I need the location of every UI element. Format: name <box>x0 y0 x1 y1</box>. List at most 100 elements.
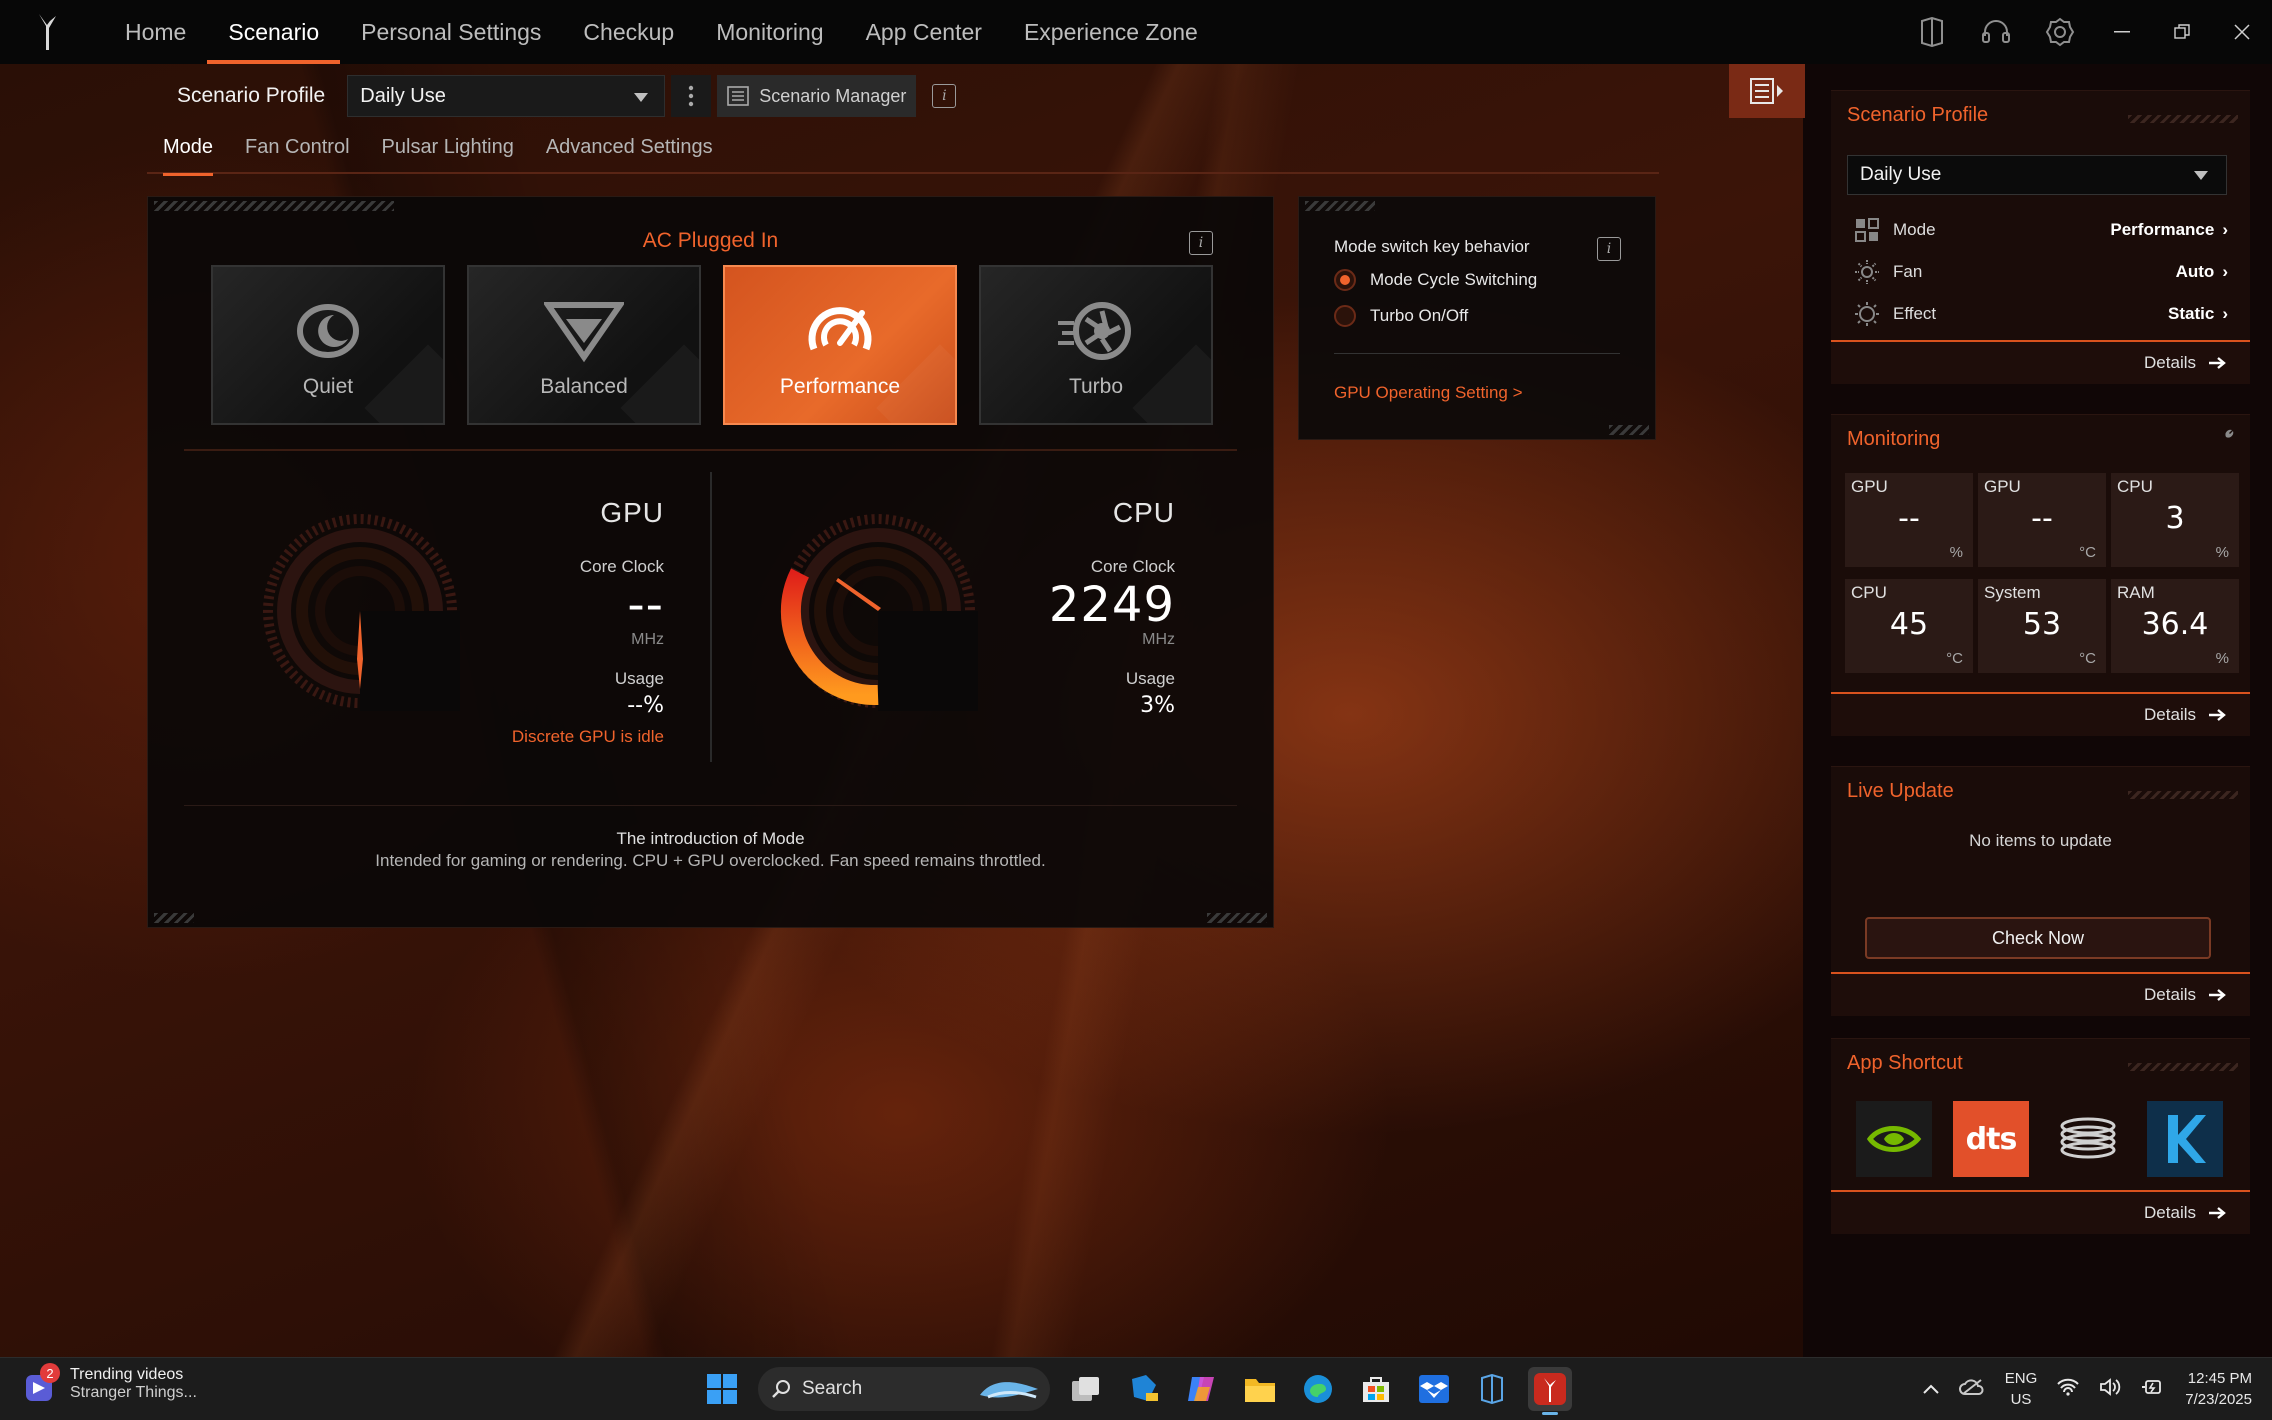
nav-home[interactable]: Home <box>104 0 207 64</box>
divider <box>184 805 1237 806</box>
tab-fan-control[interactable]: Fan Control <box>229 136 366 174</box>
more-options-button[interactable] <box>671 75 712 117</box>
info-icon[interactable]: i <box>1189 231 1213 255</box>
mode-turbo-button[interactable]: Turbo <box>979 265 1213 425</box>
tab-advanced-settings[interactable]: Advanced Settings <box>530 136 729 174</box>
app-shortcut-details-button[interactable]: Details <box>1831 1190 2250 1234</box>
sidebar-toggle-button[interactable] <box>1729 64 1805 118</box>
onedrive-icon[interactable] <box>1958 1378 1985 1400</box>
tile-unit: % <box>2215 650 2229 667</box>
minimize-icon[interactable] <box>2092 0 2152 64</box>
mode-performance-button[interactable]: Performance <box>723 265 957 425</box>
gpu-clock-unit: MHz <box>631 631 664 648</box>
taskbar-clock[interactable]: 12:45 PM 7/23/2025 <box>2185 1368 2252 1410</box>
mode-label: Quiet <box>302 375 354 398</box>
details-label: Details <box>2144 985 2196 1004</box>
tile-value: -- <box>2031 501 2053 536</box>
language-indicator[interactable]: ENG US <box>2005 1368 2038 1410</box>
card-title: App Shortcut <box>1847 1051 1963 1074</box>
check-now-button[interactable]: Check Now <box>1865 917 2211 959</box>
mode-selector: Quiet Balanced Performance Turbo <box>211 265 1213 425</box>
row-value: Static <box>2168 304 2215 323</box>
info-icon[interactable]: i <box>932 84 957 108</box>
restore-icon[interactable] <box>2152 0 2212 64</box>
predatorsense-taskbar-icon[interactable] <box>1528 1367 1572 1415</box>
edge-icon[interactable] <box>1296 1367 1340 1411</box>
book-icon[interactable] <box>1900 0 1964 64</box>
nav-monitoring[interactable]: Monitoring <box>695 0 844 64</box>
live-update-empty-text: No items to update <box>1969 831 2112 850</box>
scenario-manager-button[interactable]: Scenario Manager <box>717 75 917 117</box>
dropbox-icon[interactable] <box>1412 1367 1456 1411</box>
tab-pulsar-lighting[interactable]: Pulsar Lighting <box>366 136 530 174</box>
monitor-gpu-temp: GPU -- °C <box>1978 473 2106 567</box>
volume-icon[interactable] <box>2099 1378 2121 1400</box>
sidebar-effect-row[interactable]: Effect Static › <box>1853 297 2228 331</box>
live-update-details-button[interactable]: Details <box>1831 972 2250 1016</box>
file-explorer-icon[interactable] <box>1238 1367 1282 1411</box>
tile-unit: % <box>1949 544 1963 561</box>
news-widget[interactable]: 2 Trending videos Stranger Things... <box>24 1363 197 1402</box>
headset-icon[interactable] <box>1964 0 2028 64</box>
battery-icon[interactable] <box>2141 1378 2165 1400</box>
arrow-right-icon <box>2209 357 2226 369</box>
monitoring-card: Monitoring GPU -- % GPU -- °C CPU 3 % CP… <box>1831 414 2250 736</box>
windows-start-icon[interactable] <box>700 1367 744 1411</box>
photoshop-pre-icon[interactable] <box>1122 1367 1166 1411</box>
row-label: Mode <box>1893 220 1936 239</box>
copilot-icon[interactable] <box>1180 1367 1224 1411</box>
row-label: Effect <box>1893 304 1937 323</box>
nav-personal-settings[interactable]: Personal Settings <box>340 0 562 64</box>
scenario-profile-details-button[interactable]: Details <box>1831 340 2250 384</box>
chevron-up-icon[interactable] <box>1923 1381 1939 1398</box>
tab-mode[interactable]: Mode <box>147 136 229 176</box>
search-label: Search <box>802 1378 863 1399</box>
mode-panel: AC Plugged In i Quiet Balanced Performan… <box>147 196 1274 928</box>
monitoring-details-button[interactable]: Details <box>1831 692 2250 736</box>
close-icon[interactable] <box>2212 0 2272 64</box>
nvidia-icon[interactable] <box>1856 1101 1932 1177</box>
cpu-clock-value: 2249 <box>1048 577 1175 633</box>
mode-quiet-button[interactable]: Quiet <box>211 265 445 425</box>
wifi-icon[interactable] <box>2057 1378 2079 1400</box>
option-turbo-on-off[interactable]: Turbo On/Off <box>1334 305 1468 327</box>
nav-experience-zone[interactable]: Experience Zone <box>1003 0 1219 64</box>
sidebar-mode-row[interactable]: Mode Performance › <box>1853 213 2228 247</box>
taskbar-search-box[interactable]: Search <box>758 1367 1050 1411</box>
panel-collapse-icon <box>1750 78 1783 104</box>
option-label: Turbo On/Off <box>1370 306 1469 325</box>
tile-label: CPU <box>2117 477 2153 496</box>
mode-balanced-button[interactable]: Balanced <box>467 265 701 425</box>
row-label: Fan <box>1893 262 1923 281</box>
k-icon[interactable] <box>2147 1101 2223 1177</box>
wrench-icon[interactable] <box>2214 427 2236 449</box>
gear-icon[interactable] <box>2028 0 2092 64</box>
sidebar-profile-select[interactable]: Daily Use <box>1847 155 2227 195</box>
live-update-card: Live Update No items to update Check Now… <box>1831 766 2250 1016</box>
radio-icon[interactable] <box>1334 305 1356 327</box>
task-view-icon[interactable] <box>1064 1367 1108 1411</box>
news-subtitle: Stranger Things... <box>70 1384 197 1401</box>
nav-checkup[interactable]: Checkup <box>562 0 695 64</box>
nav-app-center[interactable]: App Center <box>845 0 1003 64</box>
row-value: Performance <box>2110 220 2215 239</box>
power-state-label: AC Plugged In <box>642 229 779 252</box>
dts-icon[interactable]: dts <box>1953 1101 2029 1177</box>
gpu-operating-setting-link[interactable]: GPU Operating Setting > <box>1334 383 1523 403</box>
sidebar-fan-row[interactable]: Fan Auto › <box>1853 255 2228 289</box>
list-icon <box>727 86 750 106</box>
tile-label: CPU <box>1851 583 1887 602</box>
microsoft-store-icon[interactable] <box>1354 1367 1398 1411</box>
coil-icon[interactable] <box>2050 1101 2126 1177</box>
nav-scenario[interactable]: Scenario <box>207 0 340 64</box>
option-mode-cycle-switching[interactable]: Mode Cycle Switching <box>1334 269 1537 291</box>
predator-logo-icon <box>36 12 92 52</box>
radio-selected-icon[interactable] <box>1334 269 1356 291</box>
predator-book-icon[interactable] <box>1470 1367 1514 1411</box>
tile-label: System <box>1984 583 2041 602</box>
scenario-profile-select[interactable]: Daily Use <box>347 75 666 117</box>
decor-stripes <box>2128 115 2238 123</box>
balance-chevron-icon <box>544 302 624 363</box>
tile-unit: °C <box>2079 544 2096 561</box>
info-icon[interactable]: i <box>1597 237 1621 261</box>
